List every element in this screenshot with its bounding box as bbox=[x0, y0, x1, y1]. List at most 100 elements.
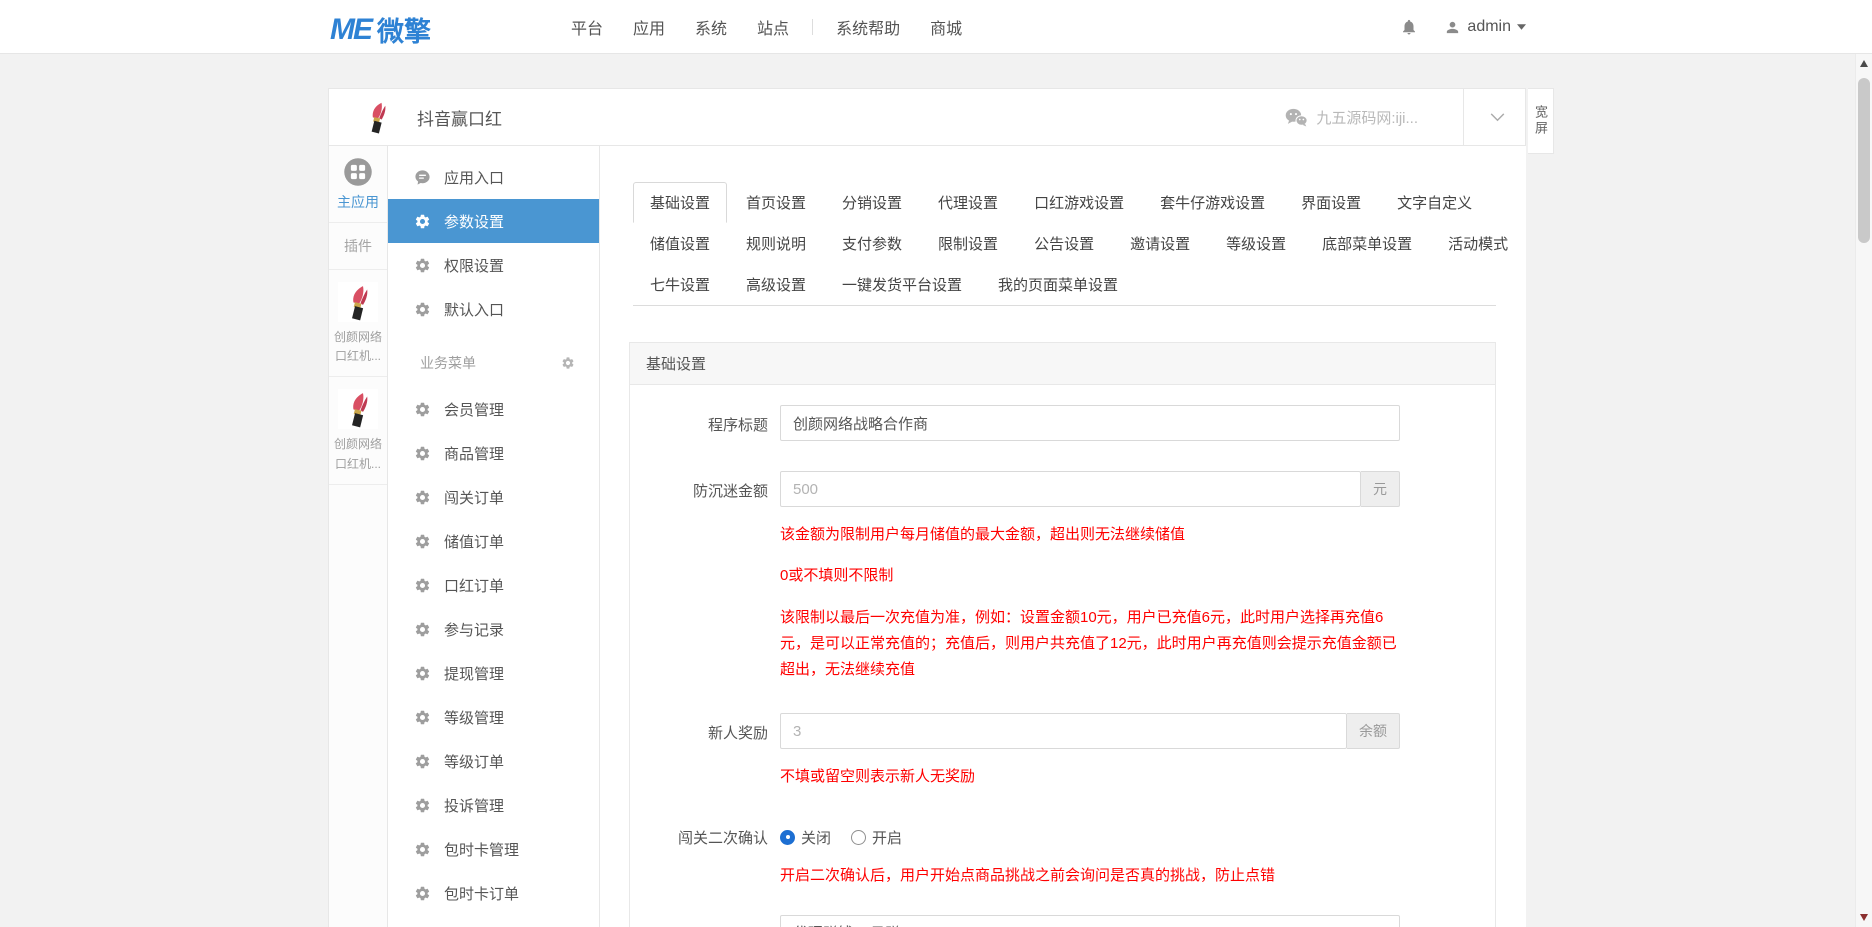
grid-icon bbox=[343, 157, 373, 187]
scroll-thumb[interactable] bbox=[1858, 78, 1870, 243]
sidebar-item-label: 应用入口 bbox=[444, 167, 504, 188]
radio-label: 开启 bbox=[872, 827, 902, 848]
tab-row-2: 储值设置 规则说明 支付参数 限制设置 公告设置 邀请设置 等级设置 底部菜单设… bbox=[633, 223, 1496, 264]
tab-level-settings[interactable]: 等级设置 bbox=[1209, 223, 1303, 264]
tab-rules[interactable]: 规则说明 bbox=[729, 223, 823, 264]
tab-one-click-shipping[interactable]: 一键发货平台设置 bbox=[825, 264, 979, 305]
radio-label: 关闭 bbox=[801, 827, 831, 848]
tab-basic-settings[interactable]: 基础设置 bbox=[633, 182, 727, 223]
sidebar-item-app-entry[interactable]: 应用入口 bbox=[388, 155, 599, 199]
sidebar-item-label: 会员管理 bbox=[444, 399, 504, 420]
sidebar-item-participation-log[interactable]: 参与记录 bbox=[388, 607, 599, 651]
nav-item-store[interactable]: 商城 bbox=[915, 15, 977, 39]
tab-home-settings[interactable]: 首页设置 bbox=[729, 182, 823, 223]
sidebar-item-lipstick-orders[interactable]: 口红订单 bbox=[388, 563, 599, 607]
sidebar-item-timecard-mgmt[interactable]: 包时卡管理 bbox=[388, 827, 599, 871]
gear-icon bbox=[414, 401, 431, 418]
source-badge[interactable]: 九五源码网:iji... bbox=[1284, 107, 1418, 128]
sidebar-item-label: 等级管理 bbox=[444, 707, 504, 728]
field-label: 防沉迷金额 bbox=[640, 471, 780, 683]
tab-my-page-menu[interactable]: 我的页面菜单设置 bbox=[981, 264, 1135, 305]
sidebar-item-product-mgmt[interactable]: 商品管理 bbox=[388, 431, 599, 475]
sidebar-item-level-mgmt[interactable]: 等级管理 bbox=[388, 695, 599, 739]
help-text: 该金额为限制用户每月储值的最大金额，超出则无法继续储值 bbox=[780, 522, 1400, 548]
nav-item-help[interactable]: 系统帮助 bbox=[821, 15, 915, 39]
scroll-down-arrow[interactable] bbox=[1860, 914, 1868, 921]
widescreen-toggle[interactable]: 宽屏 bbox=[1528, 88, 1554, 154]
nav-item-site[interactable]: 站点 bbox=[742, 15, 804, 39]
tab-invite-settings[interactable]: 邀请设置 bbox=[1113, 223, 1207, 264]
sidebar-item-withdraw-mgmt[interactable]: 提现管理 bbox=[388, 651, 599, 695]
sidebar-item-complaint-mgmt[interactable]: 投诉管理 bbox=[388, 783, 599, 827]
nav-item-platform[interactable]: 平台 bbox=[556, 15, 618, 39]
sidebar-item-label: 闯关订单 bbox=[444, 487, 504, 508]
sidebar-item-timecard-orders[interactable]: 包时卡订单 bbox=[388, 871, 599, 915]
confirm-radio-off[interactable]: 关闭 bbox=[780, 827, 831, 848]
sidebar-item-default-entry[interactable]: 默认入口 bbox=[388, 287, 599, 331]
row-copyright: 底部版权设置 显示在首页和我的页面 不填则不显示 bbox=[640, 915, 1475, 927]
sidebar-item-perm-settings[interactable]: 权限设置 bbox=[388, 243, 599, 287]
rail-plugin-1[interactable]: 创颜网络口红机... bbox=[329, 270, 387, 377]
tab-qiniu-settings[interactable]: 七牛设置 bbox=[633, 264, 727, 305]
help-text: 不填或留空则表示新人无奖励 bbox=[780, 764, 1400, 790]
bell-icon[interactable] bbox=[1400, 18, 1418, 36]
tab-announcement-settings[interactable]: 公告设置 bbox=[1017, 223, 1111, 264]
row-anti-addiction: 防沉迷金额 元 该金额为限制用户每月储值的最大金额，超出则无法继续储值 0或不填… bbox=[640, 471, 1475, 683]
scroll-up-arrow[interactable] bbox=[1860, 60, 1868, 67]
help-text: 0或不填则不限制 bbox=[780, 563, 1400, 589]
sidebar-item-challenge-orders[interactable]: 闯关订单 bbox=[388, 475, 599, 519]
confirm-radio-on[interactable]: 开启 bbox=[851, 827, 902, 848]
tab-payment-params[interactable]: 支付参数 bbox=[825, 223, 919, 264]
sidebar-item-recharge-orders[interactable]: 储值订单 bbox=[388, 519, 599, 563]
sidebar-item-label: 投诉管理 bbox=[444, 795, 504, 816]
tab-agent-settings[interactable]: 代理设置 bbox=[921, 182, 1015, 223]
menu-divider bbox=[812, 19, 813, 35]
chat-bubble-icon bbox=[414, 169, 431, 186]
tab-limit-settings[interactable]: 限制设置 bbox=[921, 223, 1015, 264]
sidebar-item-label: 参与记录 bbox=[444, 619, 504, 640]
tab-recharge-settings[interactable]: 储值设置 bbox=[633, 223, 727, 264]
tab-distribution-settings[interactable]: 分销设置 bbox=[825, 182, 919, 223]
tab-advanced-settings[interactable]: 高级设置 bbox=[729, 264, 823, 305]
rail-item-main-app[interactable]: 主应用 bbox=[329, 146, 387, 223]
tab-lipstick-game-settings[interactable]: 口红游戏设置 bbox=[1017, 182, 1141, 223]
gear-icon bbox=[414, 533, 431, 550]
weengine-logo[interactable]: ME 微擎 bbox=[330, 10, 431, 49]
gear-icon bbox=[414, 709, 431, 726]
row-newbie-reward: 新人奖励 余额 不填或留空则表示新人无奖励 bbox=[640, 713, 1475, 790]
nav-item-app[interactable]: 应用 bbox=[618, 15, 680, 39]
program-title-input[interactable] bbox=[780, 405, 1400, 441]
sidebar-section-label: 业务菜单 bbox=[420, 353, 476, 373]
newbie-reward-input[interactable] bbox=[780, 713, 1347, 749]
field-label: 程序标题 bbox=[640, 405, 780, 441]
nav-item-system[interactable]: 系统 bbox=[680, 15, 742, 39]
rail-plugins-label: 插件 bbox=[329, 223, 387, 270]
user-icon bbox=[1444, 19, 1461, 36]
plugin-lipstick-icon bbox=[338, 389, 378, 429]
menu-settings-gear-icon[interactable] bbox=[561, 356, 575, 370]
user-menu[interactable]: admin bbox=[1444, 18, 1526, 36]
tab-text-custom[interactable]: 文字自定义 bbox=[1380, 182, 1489, 223]
sidebar-item-level-orders[interactable]: 等级订单 bbox=[388, 739, 599, 783]
source-badge-text: 九五源码网:iji... bbox=[1316, 107, 1418, 128]
sidebar-item-label: 储值订单 bbox=[444, 531, 504, 552]
anti-addiction-input[interactable] bbox=[780, 471, 1361, 507]
page-scrollbar[interactable] bbox=[1855, 54, 1872, 927]
sidebar-item-param-settings[interactable]: 参数设置 bbox=[388, 199, 599, 243]
sidebar-item-member-mgmt[interactable]: 会员管理 bbox=[388, 387, 599, 431]
gear-icon bbox=[414, 213, 431, 230]
copyright-input[interactable] bbox=[780, 915, 1400, 927]
tab-cowboy-game-settings[interactable]: 套牛仔游戏设置 bbox=[1143, 182, 1282, 223]
gear-icon bbox=[414, 665, 431, 682]
tab-bottom-menu-settings[interactable]: 底部菜单设置 bbox=[1305, 223, 1429, 264]
chevron-down-icon[interactable] bbox=[1490, 113, 1505, 122]
gear-icon bbox=[414, 753, 431, 770]
content-columns: 主应用 插件 创颜网络口红机... 创颜网络口红机... 应用入口 参数设置 权… bbox=[328, 146, 1526, 927]
rail-main-app-label: 主应用 bbox=[331, 192, 385, 212]
basic-settings-panel: 基础设置 程序标题 防沉迷金额 bbox=[629, 342, 1496, 927]
tab-row-1: 基础设置 首页设置 分销设置 代理设置 口红游戏设置 套牛仔游戏设置 界面设置 … bbox=[633, 182, 1496, 223]
rail-plugin-2[interactable]: 创颜网络口红机... bbox=[329, 377, 387, 484]
gear-icon bbox=[414, 885, 431, 902]
tab-activity-mode[interactable]: 活动模式 bbox=[1431, 223, 1525, 264]
tab-ui-settings[interactable]: 界面设置 bbox=[1284, 182, 1378, 223]
